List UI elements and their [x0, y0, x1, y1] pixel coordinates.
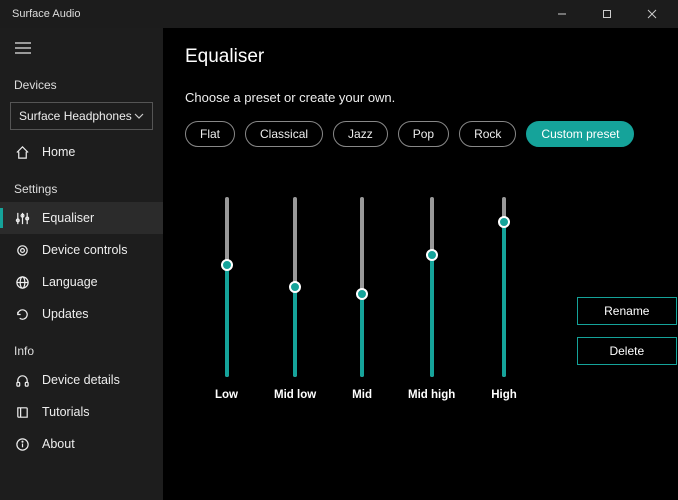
slider-thumb[interactable] [356, 288, 368, 300]
minimize-icon [557, 9, 567, 19]
sidebar-item-home[interactable]: Home [0, 136, 163, 168]
sidebar-item-label: Equaliser [42, 211, 94, 225]
gear-icon [14, 242, 30, 258]
hamburger-icon [15, 42, 31, 54]
window-controls [539, 2, 674, 26]
sidebar-item-language[interactable]: Language [0, 266, 163, 298]
sidebar-item-label: Home [42, 145, 75, 159]
eq-band-midlow: Mid low [274, 197, 316, 401]
home-icon [14, 144, 30, 160]
preset-pop[interactable]: Pop [398, 121, 449, 147]
book-icon [14, 404, 30, 420]
slider-label: High [491, 389, 517, 401]
sidebar-item-label: Updates [42, 307, 89, 321]
headphones-icon [14, 372, 30, 388]
preset-classical[interactable]: Classical [245, 121, 323, 147]
slider-fill [430, 255, 434, 377]
delete-button[interactable]: Delete [577, 337, 677, 365]
settings-section-label: Settings [0, 168, 163, 202]
globe-icon [14, 274, 30, 290]
slider-midlow[interactable] [293, 197, 297, 377]
sidebar-item-device-details[interactable]: Device details [0, 364, 163, 396]
app-body: Devices Surface Headphones Home Settings… [0, 28, 678, 500]
slider-label: Mid low [274, 389, 316, 401]
sidebar-item-updates[interactable]: Updates [0, 298, 163, 330]
preset-flat[interactable]: Flat [185, 121, 235, 147]
close-icon [647, 9, 657, 19]
maximize-icon [602, 9, 612, 19]
eq-band-mid: Mid [352, 197, 372, 401]
slider-thumb[interactable] [289, 281, 301, 293]
slider-mid[interactable] [360, 197, 364, 377]
equaliser-sliders: Low Mid low Mid [185, 197, 517, 401]
slider-label: Mid high [408, 389, 455, 401]
sidebar: Devices Surface Headphones Home Settings… [0, 28, 163, 500]
slider-high[interactable] [502, 197, 506, 377]
preset-custom[interactable]: Custom preset [526, 121, 634, 147]
slider-low[interactable] [225, 197, 229, 377]
slider-fill [502, 222, 506, 377]
page-title: Equaliser [185, 46, 656, 68]
page-subtitle: Choose a preset or create your own. [185, 90, 656, 105]
app-window: Surface Audio Devices Surface Headphones [0, 0, 678, 500]
rename-button[interactable]: Rename [577, 297, 677, 325]
sidebar-item-label: Device details [42, 373, 120, 387]
slider-label: Mid [352, 389, 372, 401]
slider-midhigh[interactable] [430, 197, 434, 377]
preset-row: Flat Classical Jazz Pop Rock Custom pres… [185, 121, 656, 147]
chevron-down-icon [134, 113, 144, 119]
sidebar-item-equaliser[interactable]: Equaliser [0, 202, 163, 234]
preset-actions: Rename Delete [577, 297, 677, 365]
sidebar-item-tutorials[interactable]: Tutorials [0, 396, 163, 428]
slider-fill [360, 294, 364, 377]
minimize-button[interactable] [539, 2, 584, 26]
sidebar-item-label: Language [42, 275, 98, 289]
sidebar-item-label: About [42, 437, 75, 451]
sidebar-item-label: Tutorials [42, 405, 89, 419]
devices-section-label: Devices [0, 64, 163, 98]
sidebar-item-about[interactable]: About [0, 428, 163, 460]
device-select-value: Surface Headphones [19, 109, 132, 123]
slider-thumb[interactable] [498, 216, 510, 228]
refresh-icon [14, 306, 30, 322]
titlebar: Surface Audio [0, 0, 678, 28]
device-select[interactable]: Surface Headphones [10, 102, 153, 130]
app-title: Surface Audio [12, 8, 81, 20]
equaliser-icon [14, 210, 30, 226]
slider-fill [225, 265, 229, 377]
maximize-button[interactable] [584, 2, 629, 26]
info-icon [14, 436, 30, 452]
eq-band-low: Low [215, 197, 238, 401]
sidebar-item-device-controls[interactable]: Device controls [0, 234, 163, 266]
slider-fill [293, 287, 297, 377]
slider-label: Low [215, 389, 238, 401]
slider-thumb[interactable] [221, 259, 233, 271]
info-section-label: Info [0, 330, 163, 364]
eq-band-high: High [491, 197, 517, 401]
slider-thumb[interactable] [426, 249, 438, 261]
eq-band-midhigh: Mid high [408, 197, 455, 401]
sidebar-item-label: Device controls [42, 243, 127, 257]
main-panel: Equaliser Choose a preset or create your… [163, 28, 678, 500]
hamburger-button[interactable] [0, 32, 163, 64]
preset-rock[interactable]: Rock [459, 121, 516, 147]
equaliser-area: Low Mid low Mid [185, 197, 656, 401]
preset-jazz[interactable]: Jazz [333, 121, 388, 147]
close-button[interactable] [629, 2, 674, 26]
